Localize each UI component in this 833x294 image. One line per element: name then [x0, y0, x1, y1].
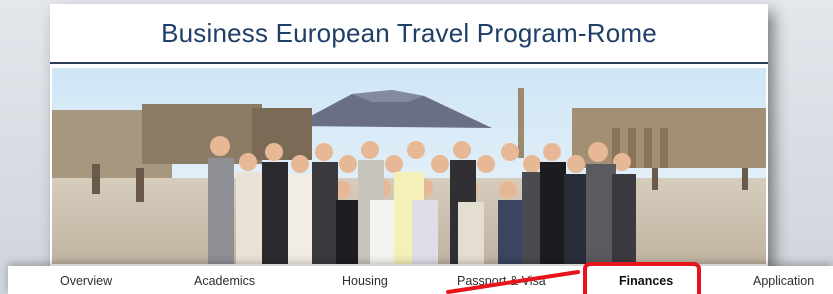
- banner-photo: [52, 68, 766, 264]
- tab-passport-visa[interactable]: Passport & Visa: [457, 274, 546, 288]
- tab-finances[interactable]: Finances: [619, 274, 673, 288]
- tab-overview[interactable]: Overview: [60, 274, 112, 288]
- program-tab-bar: Overview Academics Housing Passport & Vi…: [8, 266, 833, 294]
- tab-housing[interactable]: Housing: [342, 274, 388, 288]
- screenshot-stage: Business European Travel Program-Rome Ov…: [0, 0, 833, 294]
- page-title: Business European Travel Program-Rome: [161, 17, 657, 48]
- tab-academics[interactable]: Academics: [194, 274, 255, 288]
- program-card: Business European Travel Program-Rome: [50, 4, 768, 266]
- column: [518, 88, 524, 158]
- title-bar: Business European Travel Program-Rome: [50, 4, 768, 64]
- tab-application[interactable]: Application: [753, 274, 814, 288]
- banner-photo-illustration: [52, 68, 766, 264]
